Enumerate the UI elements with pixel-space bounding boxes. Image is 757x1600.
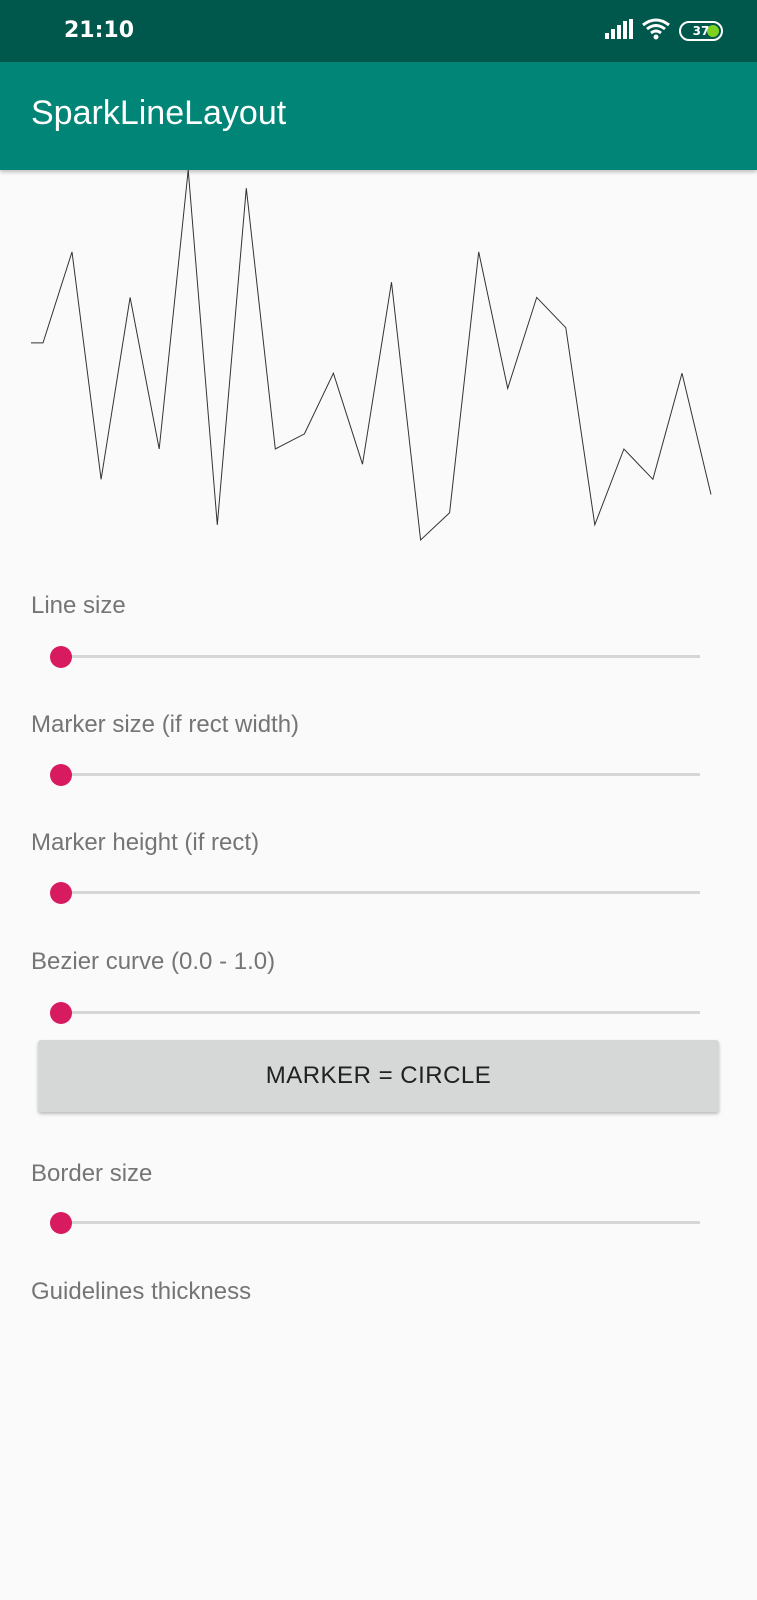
slider-thumb[interactable]	[50, 764, 72, 786]
battery-icon: 37	[679, 21, 723, 41]
slider-track	[62, 1011, 700, 1014]
bezier-curve-slider[interactable]	[40, 993, 700, 1033]
slider-track	[62, 1221, 700, 1224]
marker-size-slider[interactable]	[40, 755, 700, 795]
status-icons: 37	[605, 16, 723, 46]
app-bar: SparkLineLayout	[0, 62, 757, 170]
status-bar: 21:10 37	[0, 0, 757, 62]
sparkline-line	[31, 170, 712, 542]
wifi-icon	[641, 18, 671, 45]
line-size-label: Line size	[31, 592, 126, 619]
marker-height-label: Marker height (if rect)	[31, 829, 260, 856]
slider-track	[62, 891, 700, 894]
marker-height-slider[interactable]	[40, 873, 700, 913]
slider-track	[62, 655, 700, 658]
border-size-label: Border size	[31, 1160, 153, 1187]
line-size-slider[interactable]	[40, 637, 700, 677]
slider-thumb[interactable]	[50, 1002, 72, 1024]
guidelines-thickness-label: Guidelines thickness	[31, 1278, 252, 1305]
slider-thumb[interactable]	[50, 646, 72, 668]
status-time: 21:10	[64, 18, 135, 43]
app-title: SparkLineLayout	[31, 94, 287, 132]
marker-size-label: Marker size (if rect width)	[31, 711, 300, 738]
signal-icon	[605, 18, 633, 44]
slider-thumb[interactable]	[50, 882, 72, 904]
marker-type-button[interactable]: MARKER = CIRCLE	[38, 1040, 719, 1112]
slider-thumb[interactable]	[50, 1212, 72, 1234]
border-size-slider[interactable]	[40, 1203, 700, 1243]
slider-track	[62, 773, 700, 776]
sparkline-chart	[31, 170, 712, 542]
bezier-curve-label: Bezier curve (0.0 - 1.0)	[31, 948, 276, 975]
battery-level: 37	[692, 24, 710, 38]
